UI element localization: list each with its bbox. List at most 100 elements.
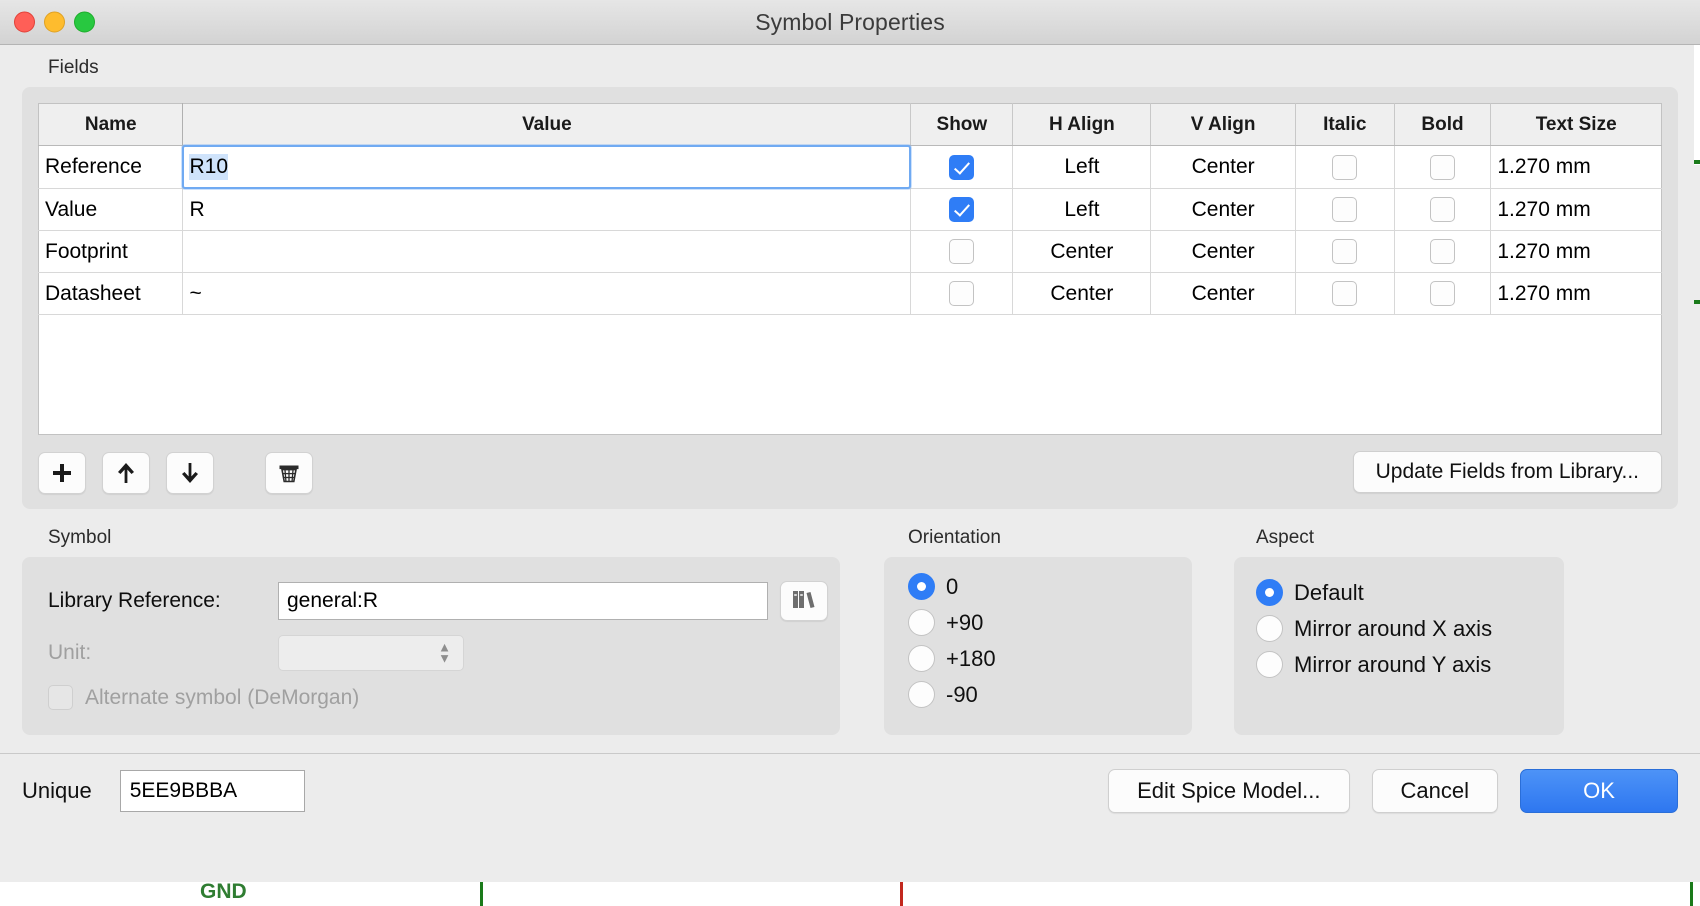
field-text-size-cell[interactable]: 1.270 mm <box>1491 231 1662 273</box>
field-value-cell[interactable]: R10 <box>183 146 911 189</box>
column-header-name[interactable]: Name <box>39 104 183 146</box>
update-fields-from-library-button[interactable]: Update Fields from Library... <box>1353 451 1662 493</box>
radio-button[interactable] <box>908 573 935 600</box>
show-checkbox[interactable] <box>949 197 974 222</box>
background-wire <box>1694 300 1700 304</box>
cancel-button[interactable]: Cancel <box>1372 769 1498 813</box>
field-italic-cell[interactable] <box>1295 273 1394 315</box>
alternate-symbol-checkbox[interactable] <box>48 685 73 710</box>
orientation-option-minus90[interactable]: -90 <box>908 681 1192 708</box>
unique-input[interactable]: 5EE9BBBA <box>120 770 305 812</box>
field-value-cell[interactable]: ~ <box>183 273 911 315</box>
aspect-option-label: Mirror around X axis <box>1294 616 1492 642</box>
field-halign-cell[interactable]: Center <box>1013 231 1151 273</box>
field-italic-cell[interactable] <box>1295 146 1394 189</box>
orientation-option-label: +180 <box>946 646 996 672</box>
orientation-option-label: +90 <box>946 610 983 636</box>
maximize-window-button[interactable] <box>74 12 95 33</box>
close-window-button[interactable] <box>14 12 35 33</box>
orientation-option-plus90[interactable]: +90 <box>908 609 1192 636</box>
field-name-cell[interactable]: Reference <box>39 146 183 189</box>
italic-checkbox[interactable] <box>1332 281 1357 306</box>
orientation-option-0[interactable]: 0 <box>908 573 1192 600</box>
unit-row: Unit: ▲▼ <box>48 635 840 671</box>
column-header-h-align[interactable]: H Align <box>1013 104 1151 146</box>
field-halign-cell[interactable]: Center <box>1013 273 1151 315</box>
unique-label: Unique <box>22 778 92 804</box>
aspect-option-mirror-y[interactable]: Mirror around Y axis <box>1256 651 1564 678</box>
table-row[interactable]: Reference R10 Left Center <box>39 146 1662 189</box>
field-valign-cell[interactable]: Center <box>1151 273 1295 315</box>
field-show-cell[interactable] <box>911 273 1013 315</box>
library-reference-row: Library Reference: general:R <box>48 581 840 621</box>
italic-checkbox[interactable] <box>1332 239 1357 264</box>
radio-button[interactable] <box>1256 651 1283 678</box>
bold-checkbox[interactable] <box>1430 239 1455 264</box>
field-value-cell[interactable]: R <box>183 189 911 231</box>
table-row[interactable]: Footprint Center Center 1.27 <box>39 231 1662 273</box>
aspect-panel: Default Mirror around X axis Mirror arou… <box>1234 557 1564 735</box>
field-valign-cell[interactable]: Center <box>1151 189 1295 231</box>
column-header-italic[interactable]: Italic <box>1295 104 1394 146</box>
bold-checkbox[interactable] <box>1430 281 1455 306</box>
field-value-cell[interactable] <box>183 231 911 273</box>
ok-button[interactable]: OK <box>1520 769 1678 813</box>
show-checkbox[interactable] <box>949 155 974 180</box>
unit-select[interactable]: ▲▼ <box>278 635 464 671</box>
column-header-v-align[interactable]: V Align <box>1151 104 1295 146</box>
aspect-option-mirror-x[interactable]: Mirror around X axis <box>1256 615 1564 642</box>
radio-button[interactable] <box>1256 615 1283 642</box>
field-halign-cell[interactable]: Left <box>1013 146 1151 189</box>
bold-checkbox[interactable] <box>1430 197 1455 222</box>
move-field-down-button[interactable] <box>166 452 214 494</box>
italic-checkbox[interactable] <box>1332 197 1357 222</box>
column-header-bold[interactable]: Bold <box>1394 104 1491 146</box>
radio-button[interactable] <box>1256 579 1283 606</box>
field-text-size-cell[interactable]: 1.270 mm <box>1491 189 1662 231</box>
field-name-cell[interactable]: Datasheet <box>39 273 183 315</box>
field-text-size-cell[interactable]: 1.270 mm <box>1491 146 1662 189</box>
field-bold-cell[interactable] <box>1394 189 1491 231</box>
field-bold-cell[interactable] <box>1394 146 1491 189</box>
field-valign-cell[interactable]: Center <box>1151 146 1295 189</box>
italic-checkbox[interactable] <box>1332 155 1357 180</box>
field-italic-cell[interactable] <box>1295 231 1394 273</box>
field-name-cell[interactable]: Value <box>39 189 183 231</box>
alternate-symbol-row[interactable]: Alternate symbol (DeMorgan) <box>48 685 840 710</box>
aspect-option-default[interactable]: Default <box>1256 579 1564 606</box>
field-show-cell[interactable] <box>911 189 1013 231</box>
edit-spice-model-button[interactable]: Edit Spice Model... <box>1108 769 1349 813</box>
field-text-size-cell[interactable]: 1.270 mm <box>1491 273 1662 315</box>
minimize-window-button[interactable] <box>44 12 65 33</box>
table-row[interactable]: Datasheet ~ Center Center 1.2 <box>39 273 1662 315</box>
field-bold-cell[interactable] <box>1394 273 1491 315</box>
orientation-option-plus180[interactable]: +180 <box>908 645 1192 672</box>
radio-button[interactable] <box>908 645 935 672</box>
browse-library-button[interactable] <box>780 581 828 621</box>
show-checkbox[interactable] <box>949 239 974 264</box>
field-halign-cell[interactable]: Left <box>1013 189 1151 231</box>
show-checkbox[interactable] <box>949 281 974 306</box>
table-row[interactable]: Value R Left Center 1.270 mm <box>39 189 1662 231</box>
delete-field-button[interactable] <box>265 452 313 494</box>
field-valign-cell[interactable]: Center <box>1151 231 1295 273</box>
radio-button[interactable] <box>908 609 935 636</box>
column-header-text-size[interactable]: Text Size <box>1491 104 1662 146</box>
background-wire <box>1694 160 1700 164</box>
add-field-button[interactable] <box>38 452 86 494</box>
radio-button[interactable] <box>908 681 935 708</box>
field-bold-cell[interactable] <box>1394 231 1491 273</box>
column-header-show[interactable]: Show <box>911 104 1013 146</box>
library-reference-input[interactable]: general:R <box>278 582 768 620</box>
field-show-cell[interactable] <box>911 231 1013 273</box>
dialog-footer: Unique 5EE9BBBA Edit Spice Model... Canc… <box>0 754 1700 828</box>
field-name-cell[interactable]: Footprint <box>39 231 183 273</box>
field-show-cell[interactable] <box>911 146 1013 189</box>
table-empty-area[interactable] <box>38 315 1662 435</box>
move-field-up-button[interactable] <box>102 452 150 494</box>
column-header-value[interactable]: Value <box>183 104 911 146</box>
field-value-editor[interactable]: R10 <box>182 145 911 189</box>
library-books-icon <box>791 587 817 616</box>
bold-checkbox[interactable] <box>1430 155 1455 180</box>
field-italic-cell[interactable] <box>1295 189 1394 231</box>
